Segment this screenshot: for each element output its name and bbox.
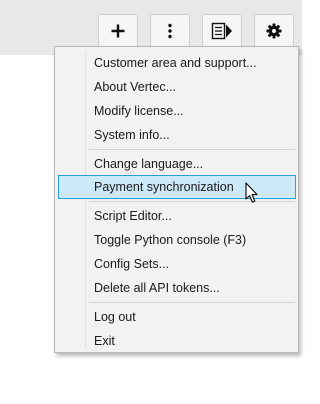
menu-item-label: About Vertec... [94,80,176,94]
menu-item-toggle-python-console[interactable]: Toggle Python console (F3) [58,228,296,252]
menu-item-script-editor[interactable]: Script Editor... [58,204,296,228]
menu-item-payment-synchronization[interactable]: Payment synchronization [58,175,296,199]
menu-item-label: Exit [94,334,115,348]
menu-separator [89,149,295,150]
settings-button[interactable] [254,14,294,48]
more-vertical-icon [167,23,173,39]
menu-item-log-out[interactable]: Log out [58,305,296,329]
menu-item-label: System info... [94,128,170,142]
settings-context-menu: Customer area and support... About Verte… [54,46,299,353]
menu-item-label: Script Editor... [94,209,172,223]
toggle-panel-button[interactable] [202,14,242,48]
panel-toggle-icon [211,22,233,40]
menu-item-label: Change language... [94,157,204,171]
menu-item-label: Log out [94,310,136,324]
add-button[interactable] [98,14,138,48]
plus-icon [110,23,126,39]
menu-item-exit[interactable]: Exit [58,329,296,353]
menu-item-delete-api-tokens[interactable]: Delete all API tokens... [58,276,296,300]
menu-item-label: Customer area and support... [94,56,257,70]
menu-item-about[interactable]: About Vertec... [58,75,296,99]
menu-item-config-sets[interactable]: Config Sets... [58,252,296,276]
menu-item-customer-area[interactable]: Customer area and support... [58,51,296,75]
menu-item-label: Toggle Python console (F3) [94,233,247,247]
menu-item-modify-license[interactable]: Modify license... [58,99,296,123]
menu-item-label: Payment synchronization [94,180,234,194]
menu-item-change-language[interactable]: Change language... [58,152,296,176]
menu-item-label: Delete all API tokens... [94,281,220,295]
more-options-button[interactable] [150,14,190,48]
menu-item-label: Config Sets... [94,257,170,271]
arrow-cursor-icon [245,182,259,209]
menu-item-label: Modify license... [94,104,184,118]
menu-separator [89,201,295,202]
menu-separator [89,302,295,303]
menu-item-system-info[interactable]: System info... [58,123,296,147]
gear-icon [266,23,282,39]
